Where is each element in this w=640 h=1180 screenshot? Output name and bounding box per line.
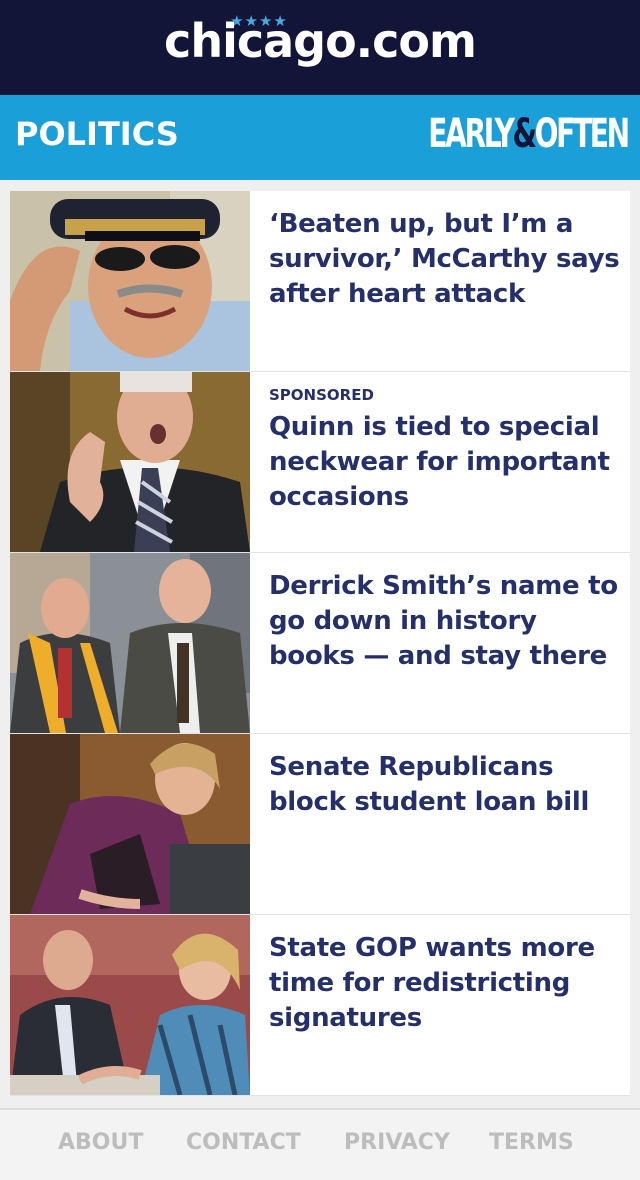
article-item[interactable]: Senate Republicans block student loan bi…	[10, 734, 630, 915]
sponsored-label: SPONSORED	[269, 386, 374, 404]
section-title: POLITICS	[15, 115, 179, 153]
site-header: ★★★★ chicago.com	[0, 0, 640, 95]
article-item[interactable]: Derrick Smith’s name to go down in histo…	[10, 553, 630, 734]
article-headline[interactable]: ‘Beaten up, but I’m a survivor,’ McCarth…	[269, 207, 629, 312]
article-headline[interactable]: Quinn is tied to special neckwear for im…	[269, 410, 629, 515]
article-headline[interactable]: Senate Republicans block student loan bi…	[269, 750, 629, 820]
two-men-photo-icon	[10, 553, 250, 733]
site-footer: ABOUT CONTACT PRIVACY TERMS	[0, 1108, 640, 1180]
article-thumbnail[interactable]	[10, 915, 250, 1095]
man-woman-table-photo-icon	[10, 915, 250, 1095]
article-thumbnail[interactable]	[10, 553, 250, 733]
footer-link-privacy[interactable]: PRIVACY	[344, 1130, 450, 1155]
article-list: ‘Beaten up, but I’m a survivor,’ McCarth…	[10, 191, 630, 1096]
early-often-logo[interactable]: EARLY&OFTEN	[428, 111, 631, 157]
article-text: Senate Republicans block student loan bi…	[269, 750, 629, 820]
article-item[interactable]: SPONSORED Quinn is tied to special neckw…	[10, 372, 630, 553]
article-thumbnail[interactable]	[10, 372, 250, 552]
article-headline[interactable]: State GOP wants more time for redistrict…	[269, 931, 629, 1036]
article-text: Derrick Smith’s name to go down in histo…	[269, 569, 629, 674]
police-chief-photo-icon	[10, 191, 250, 371]
article-thumbnail[interactable]	[10, 191, 250, 371]
article-text: ‘Beaten up, but I’m a survivor,’ McCarth…	[269, 207, 629, 312]
brand-right: OFTEN	[534, 111, 631, 157]
woman-hearing-photo-icon	[10, 734, 250, 914]
footer-link-contact[interactable]: CONTACT	[186, 1130, 301, 1155]
footer-link-about[interactable]: ABOUT	[58, 1130, 143, 1155]
brand-amp: &	[512, 111, 538, 157]
article-item[interactable]: ‘Beaten up, but I’m a survivor,’ McCarth…	[10, 191, 630, 372]
site-logo[interactable]: ★★★★ chicago.com	[0, 0, 640, 95]
article-text: State GOP wants more time for redistrict…	[269, 931, 629, 1036]
article-thumbnail[interactable]	[10, 734, 250, 914]
article-text: SPONSORED Quinn is tied to special neckw…	[269, 386, 629, 515]
section-header: POLITICS EARLY&OFTEN	[0, 95, 640, 180]
footer-link-terms[interactable]: TERMS	[489, 1130, 574, 1155]
thumbs-up-photo-icon	[10, 372, 250, 552]
article-headline[interactable]: Derrick Smith’s name to go down in histo…	[269, 569, 629, 674]
logo-text: chicago.com	[164, 14, 477, 68]
article-item[interactable]: State GOP wants more time for redistrict…	[10, 915, 630, 1096]
brand-left: EARLY	[428, 111, 516, 157]
